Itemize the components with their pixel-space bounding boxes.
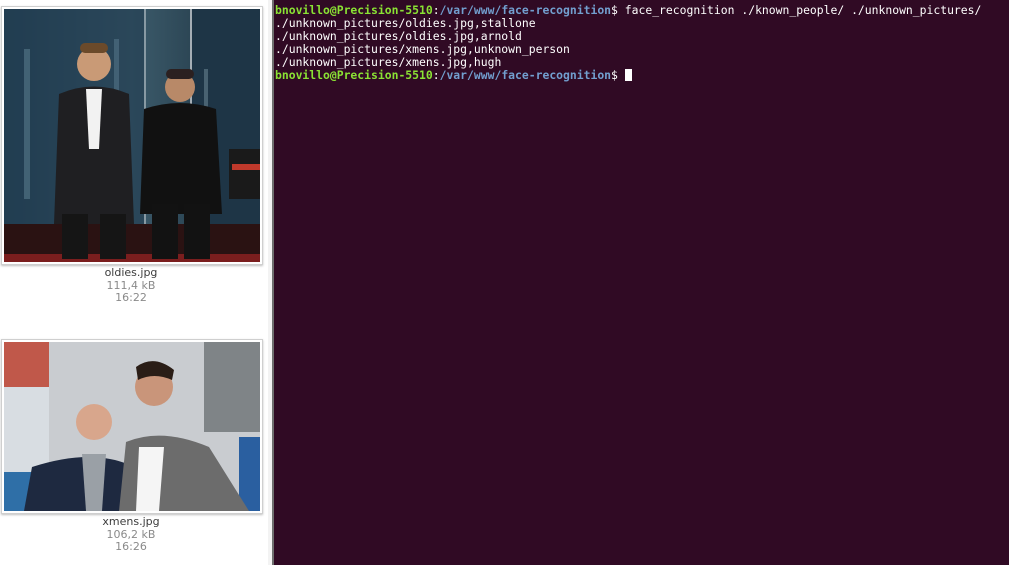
prompt-separator: : <box>432 3 440 17</box>
prompt-symbol: $ <box>611 3 625 17</box>
prompt-user: bnovillo@Precision-5510 <box>275 3 433 17</box>
prompt-separator: : <box>432 68 440 82</box>
terminal-window[interactable]: bnovillo@Precision-5510:/var/www/face-re… <box>272 0 1009 565</box>
terminal-body[interactable]: bnovillo@Precision-5510:/var/www/face-re… <box>275 4 1005 82</box>
terminal-prompt-line[interactable]: bnovillo@Precision-5510:/var/www/face-re… <box>275 69 1005 82</box>
terminal-border <box>272 0 274 565</box>
file-item-xmens[interactable]: xmens.jpg 106,2 kB 16:26 <box>0 335 272 560</box>
terminal-command: face_recognition ./known_people/ ./unkno… <box>624 3 982 17</box>
file-item-oldies[interactable]: oldies.jpg 111,4 kB 16:22 <box>0 0 272 310</box>
file-time: 16:22 <box>115 291 147 304</box>
terminal-cursor <box>624 69 632 81</box>
thumbnail-image <box>4 9 260 262</box>
prompt-path: /var/www/face-recognition <box>439 68 612 82</box>
thumbnail-frame[interactable] <box>1 6 263 265</box>
prompt-path: /var/www/face-recognition <box>439 3 612 17</box>
file-time: 16:26 <box>115 540 147 553</box>
prompt-user: bnovillo@Precision-5510 <box>275 68 433 82</box>
thumbnail-image <box>4 342 260 511</box>
thumbnail-frame[interactable] <box>1 339 263 514</box>
file-manager-pane: oldies.jpg 111,4 kB 16:22 xmens.jpg 106,… <box>0 0 272 565</box>
prompt-symbol: $ <box>611 68 625 82</box>
file-name: xmens.jpg <box>102 515 160 528</box>
file-name: oldies.jpg <box>104 266 158 279</box>
